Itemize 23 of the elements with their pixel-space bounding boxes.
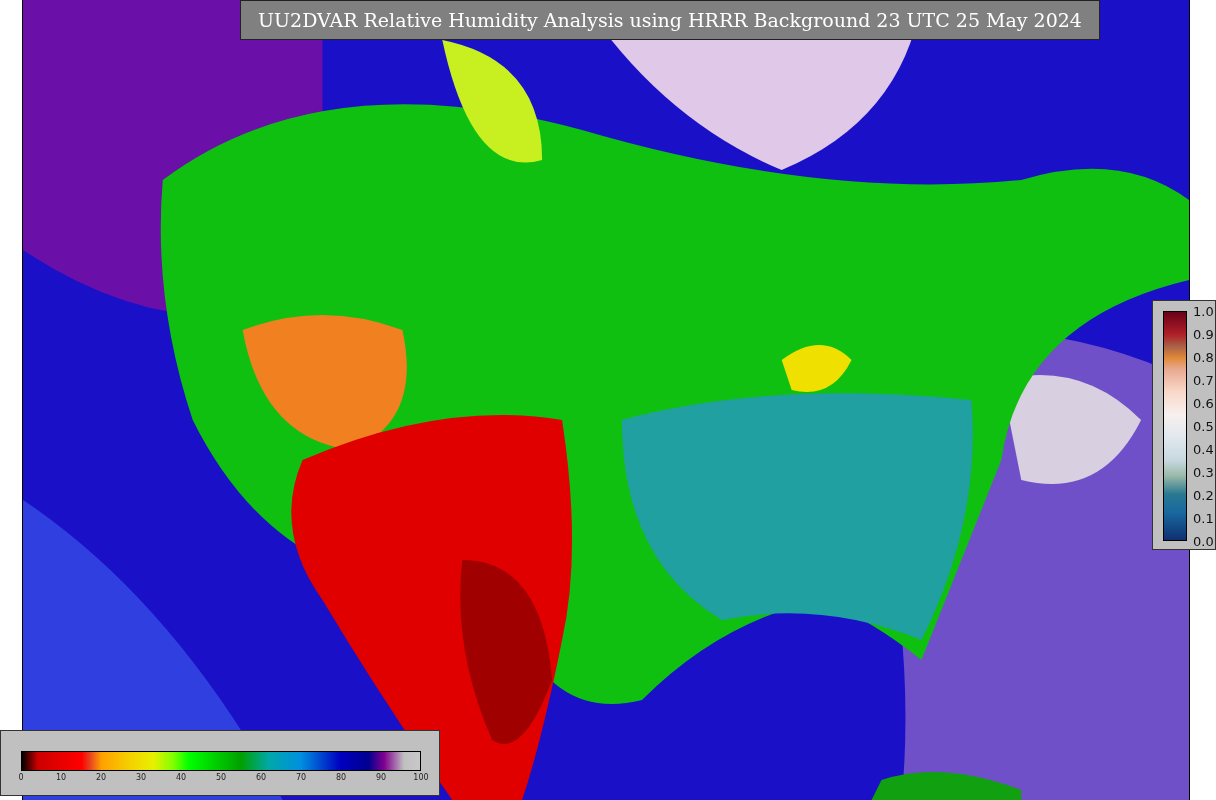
tick-label: 30 [135,774,147,782]
tick-label: 0 [18,774,24,782]
tick-label: 80 [335,774,347,782]
tick-label: 0.2 [1193,488,1214,502]
tick-label: 0.7 [1193,373,1214,387]
tick-label: 100 [413,774,429,782]
tick-label: 90 [375,774,387,782]
tick-label: 0.0 [1193,534,1214,548]
tick-label: 0.6 [1193,396,1214,410]
tick-label: 0.4 [1193,442,1214,456]
tick-label: 0.3 [1193,465,1214,479]
tick-label: 0.5 [1193,419,1214,433]
map-title: UU2DVAR Relative Humidity Analysis using HRRR Background 23 UTC 25 May 2024 [240,0,1100,40]
tick-label: 0.8 [1193,350,1214,364]
tick-label: 50 [215,774,227,782]
tick-label: 0.1 [1193,511,1214,525]
tick-label: 0.9 [1193,327,1214,341]
tick-label: 20 [95,774,107,782]
tick-label: 40 [175,774,187,782]
tick-label: 10 [55,774,67,782]
tick-label: 1.0 [1193,304,1214,318]
tick-label: 60 [255,774,267,782]
tick-label: 70 [295,774,307,782]
